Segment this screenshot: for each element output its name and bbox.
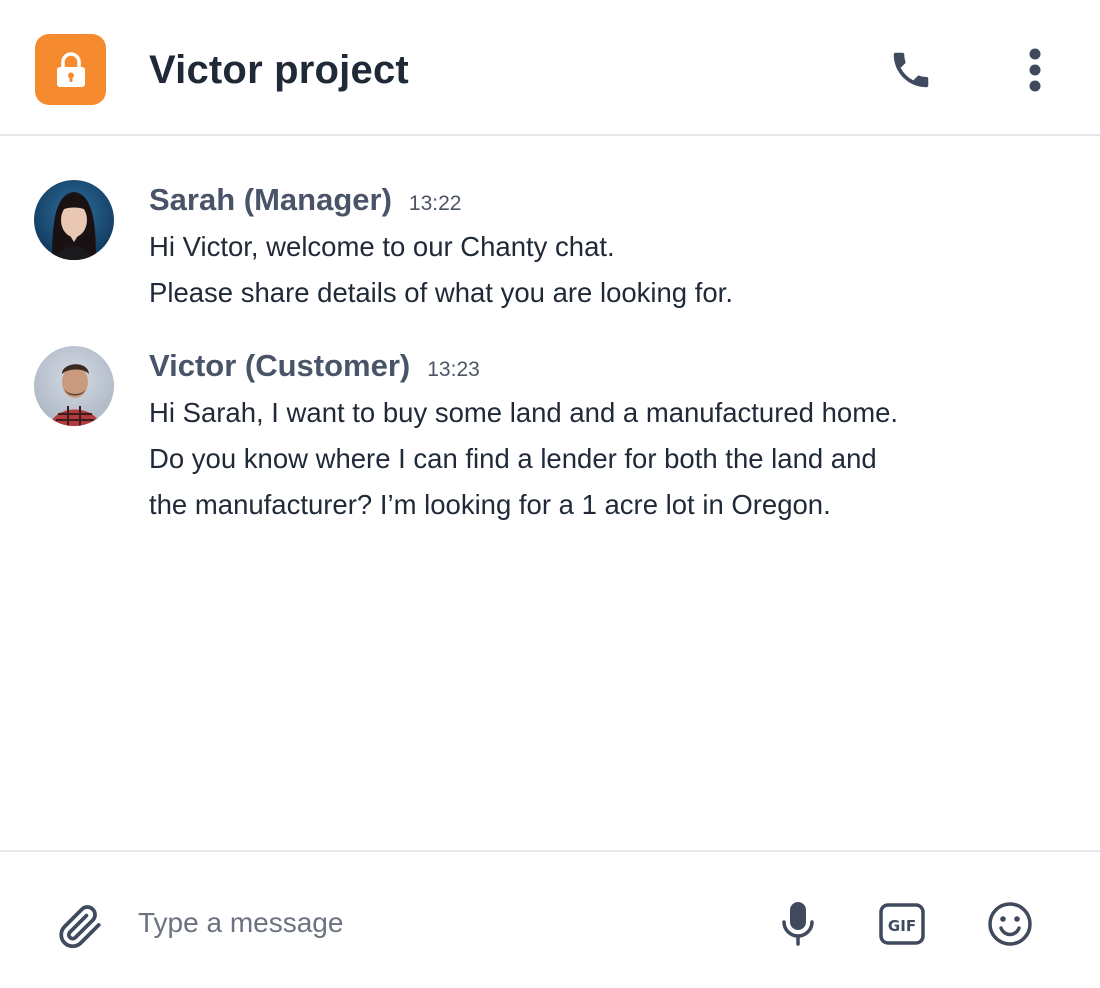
message-line: Hi Victor, welcome to our Chanty chat. <box>149 231 615 262</box>
message-list: Sarah (Manager) 13:22 Hi Victor, welcome… <box>0 138 1100 850</box>
phone-icon <box>893 52 929 88</box>
gif-button[interactable]: GIF <box>872 894 932 954</box>
voice-message-button[interactable] <box>768 894 828 954</box>
avatar-victor-image <box>34 346 114 426</box>
message-line: Do you know where I can find a lender fo… <box>149 443 877 474</box>
paperclip-icon <box>59 905 101 949</box>
emoji-button[interactable] <box>980 894 1040 954</box>
message-line: Hi Sarah, I want to buy some land and a … <box>149 397 899 428</box>
lock-icon <box>56 51 85 87</box>
message-author[interactable]: Victor (Customer) <box>149 346 410 386</box>
gif-icon: GIF <box>879 903 925 945</box>
avatar-sarah-image <box>34 180 114 260</box>
message-timestamp: 13:22 <box>408 192 462 215</box>
chat-header: Victor project <box>0 0 1100 136</box>
channel-title: Victor project <box>149 48 409 92</box>
message-input[interactable] <box>138 898 738 948</box>
message-line: the manufacturer? I’m looking for a 1 ac… <box>149 489 831 520</box>
message-header: Victor (Customer) 13:23 <box>149 346 480 386</box>
more-options-button[interactable] <box>1005 40 1065 100</box>
message-text: Hi Sarah, I want to buy some land and a … <box>149 390 1069 528</box>
message-text: Hi Victor, welcome to our Chanty chat. P… <box>149 224 1069 316</box>
gif-icon-label: GIF <box>888 917 916 935</box>
smiley-icon <box>988 902 1032 946</box>
chat-window: Victor project Sarah (Manager) 13:22 Hi … <box>0 0 1100 988</box>
avatar-sarah[interactable] <box>34 180 114 260</box>
message-timestamp: 13:23 <box>427 358 480 381</box>
avatar-victor[interactable] <box>34 346 114 426</box>
message-composer: GIF <box>0 850 1100 988</box>
microphone-icon <box>782 902 814 946</box>
message-header: Sarah (Manager) 13:22 <box>149 180 461 220</box>
attach-file-button[interactable] <box>50 896 110 956</box>
call-button[interactable] <box>881 40 941 100</box>
more-vertical-icon <box>1029 48 1041 92</box>
message-author[interactable]: Sarah (Manager) <box>149 180 392 220</box>
message-line: Please share details of what you are loo… <box>149 277 733 308</box>
channel-lock-badge <box>35 34 106 105</box>
